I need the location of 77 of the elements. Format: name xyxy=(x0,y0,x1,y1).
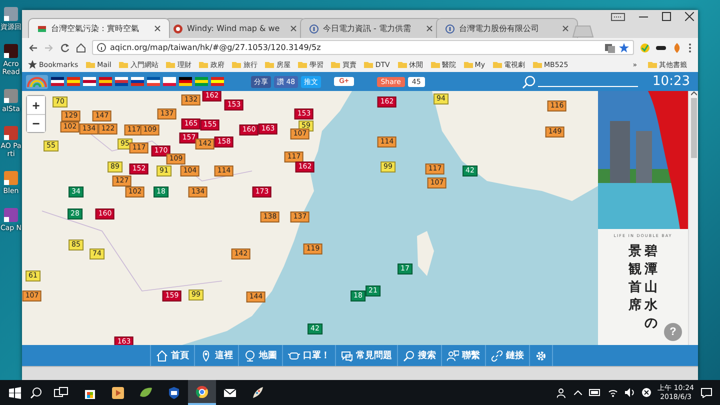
flag-icon[interactable] xyxy=(131,77,144,86)
reload-icon[interactable] xyxy=(60,42,70,52)
clock-time: 10:23 xyxy=(652,74,690,89)
nav-icon xyxy=(491,350,503,362)
flag-icon[interactable] xyxy=(83,77,96,86)
nav-icon xyxy=(200,350,212,362)
folder-icon xyxy=(464,60,473,69)
folder-icon xyxy=(298,60,308,69)
app-icon xyxy=(195,384,209,398)
app-icon xyxy=(139,386,153,400)
cancel-icon[interactable] xyxy=(642,388,651,397)
app-shortcut-icon[interactable] xyxy=(3,207,19,223)
folder-icon xyxy=(430,60,440,69)
ad-headline: 景観首席 xyxy=(628,243,642,315)
wifi-icon[interactable] xyxy=(608,388,618,397)
nav-icon xyxy=(341,350,353,362)
browser-tab[interactable]: 台灣電力股份有限公司 xyxy=(436,18,578,38)
menu-icon[interactable] xyxy=(688,42,692,52)
horizontal-scrollbar[interactable] xyxy=(22,366,698,380)
app-icon xyxy=(167,386,181,400)
close-icon[interactable] xyxy=(154,25,161,32)
chevron-up-icon[interactable] xyxy=(574,390,582,395)
flag-icon[interactable] xyxy=(115,77,128,86)
scroll-up-icon[interactable] xyxy=(690,91,696,96)
folder-icon xyxy=(232,60,242,69)
flag-icon[interactable] xyxy=(51,77,64,86)
people-icon[interactable] xyxy=(556,388,567,398)
battery-icon[interactable] xyxy=(588,389,601,396)
flag-icon[interactable] xyxy=(179,77,192,86)
back-icon[interactable] xyxy=(28,42,38,52)
user-profile-icon[interactable] xyxy=(611,12,625,20)
browser-tab[interactable]: 台灣空氣污染：實時空氣 xyxy=(28,18,170,38)
home-icon[interactable] xyxy=(76,42,86,52)
folder-icon xyxy=(199,60,208,69)
nav-icon xyxy=(288,350,300,362)
search-icon[interactable] xyxy=(30,386,42,398)
scrollbar-thumb[interactable] xyxy=(690,98,696,158)
folder-icon xyxy=(398,60,407,69)
star-icon xyxy=(28,60,37,69)
app-shortcut-icon[interactable] xyxy=(3,43,19,59)
favicon-icon xyxy=(37,24,47,34)
nav-icon xyxy=(447,350,459,362)
app-icon xyxy=(111,386,125,400)
task-view-icon[interactable] xyxy=(54,386,68,398)
close-icon[interactable] xyxy=(562,25,569,32)
close-icon[interactable] xyxy=(426,25,433,32)
app-icon xyxy=(251,386,265,400)
favicon-icon xyxy=(173,24,183,34)
taskbar-app[interactable] xyxy=(188,380,216,405)
folder-icon xyxy=(86,60,96,69)
flag-icon[interactable] xyxy=(147,77,160,86)
zoom-out-button[interactable]: − xyxy=(27,114,45,132)
favicon-icon xyxy=(445,24,455,34)
folder-icon xyxy=(265,60,274,69)
windows-start-icon[interactable] xyxy=(9,386,21,398)
translate-icon[interactable] xyxy=(605,42,615,52)
settings-icon xyxy=(535,350,547,362)
nav-icon xyxy=(244,350,256,362)
ad-headline: 碧潭山水の xyxy=(644,243,658,332)
nav-icon xyxy=(403,350,415,362)
star-icon[interactable] xyxy=(619,42,629,52)
nav-icon xyxy=(156,350,168,362)
folder-icon xyxy=(492,60,502,69)
folder-icon xyxy=(532,60,542,69)
favicon-icon xyxy=(309,24,319,34)
info-icon xyxy=(97,43,106,52)
folder-icon xyxy=(364,60,374,69)
maximize-icon[interactable] xyxy=(662,12,671,21)
notification-icon[interactable] xyxy=(701,388,712,398)
folder-icon xyxy=(331,60,340,69)
folder-icon xyxy=(119,60,128,69)
address-bar[interactable]: aqicn.org/map/taiwan/hk/#@g/27.1053/120.3149/5z xyxy=(92,40,634,55)
folder-icon xyxy=(166,60,176,69)
close-icon[interactable] xyxy=(685,12,694,21)
volume-icon[interactable] xyxy=(624,388,635,397)
folder-icon xyxy=(648,60,657,69)
close-icon[interactable] xyxy=(290,25,297,32)
